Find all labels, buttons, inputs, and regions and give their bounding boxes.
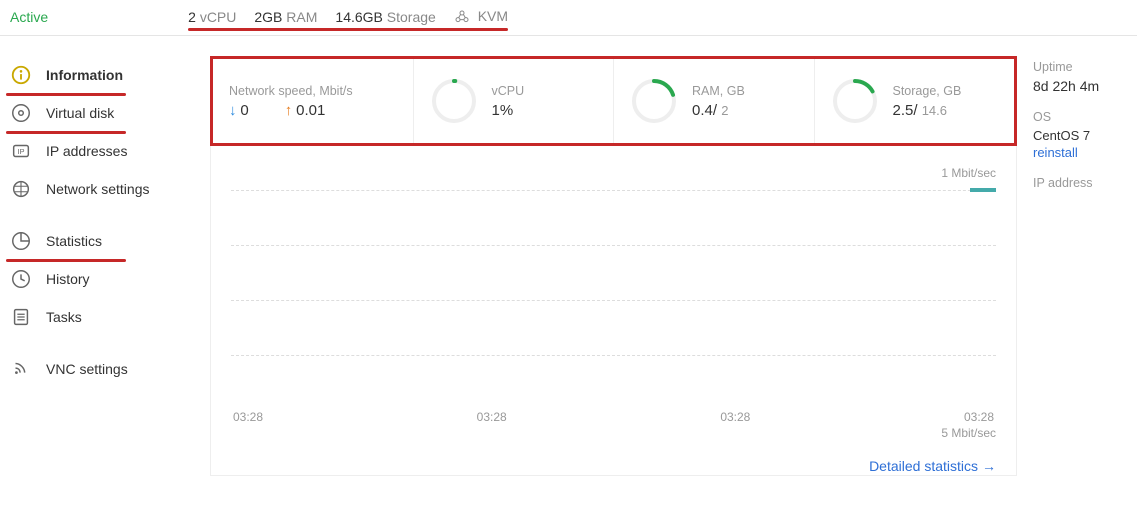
ip-label: IP address (1033, 176, 1127, 190)
sidebar-item-tasks[interactable]: Tasks (10, 298, 190, 336)
tasks-icon (10, 306, 32, 328)
card-label: RAM, GB (692, 84, 745, 98)
sidebar-item-statistics[interactable]: Statistics (10, 222, 190, 260)
sidebar-item-label: History (46, 271, 90, 287)
annotation-underline (188, 28, 508, 31)
card-network: Network speed, Mbit/s ↓ 0 ↑ 0.01 (213, 59, 414, 143)
sidebar-item-label: Statistics (46, 233, 102, 249)
detailed-statistics-link[interactable]: Detailed statistics→ (231, 458, 996, 474)
sidebar-item-label: Network settings (46, 181, 149, 197)
uptime-label: Uptime (1033, 60, 1127, 74)
arrow-right-icon: → (982, 458, 996, 474)
spec-ram: 2GB RAM (254, 9, 317, 25)
gauge-vcpu (430, 77, 478, 125)
spec-vcpu: 2 vCPU (188, 9, 236, 25)
card-label: Storage, GB (893, 84, 962, 98)
x-tick: 03:28 (233, 410, 263, 424)
topbar: Active 2 vCPU 2GB RAM 14.6GB Storage KVM (0, 0, 1137, 36)
sidebar-item-label: Tasks (46, 309, 82, 325)
statistics-icon (10, 230, 32, 252)
status-badge: Active (10, 9, 48, 25)
chart-area: 1 Mbit/sec 03:28 03:28 03:28 03:28 5 Mbit/s… (210, 146, 1017, 476)
chart-top-scale: 1 Mbit/sec (231, 166, 996, 180)
sidebar: Information Virtual disk IP IP addresses Net… (0, 36, 200, 486)
card-storage: Storage, GB 2.5/ 14.6 (815, 59, 1015, 143)
card-label: Network speed, Mbit/s (229, 84, 353, 98)
sidebar-item-history[interactable]: History (10, 260, 190, 298)
chart-x-labels: 03:28 03:28 03:28 03:28 (231, 410, 996, 424)
right-column: Uptime 8d 22h 4m OS CentOS 7 reinstall I… (1027, 36, 1137, 486)
network-settings-icon (10, 178, 32, 200)
spec-virt: KVM (454, 8, 508, 25)
information-icon (10, 64, 32, 86)
x-tick: 03:28 (964, 410, 994, 424)
virt-icon (454, 9, 470, 25)
gauge-storage (831, 77, 879, 125)
sidebar-item-label: Information (46, 67, 123, 83)
card-value: 2.5/ 14.6 (893, 102, 962, 119)
os-value: CentOS 7 (1033, 128, 1127, 143)
net-up: ↑ 0.01 (285, 102, 326, 119)
content: Network speed, Mbit/s ↓ 0 ↑ 0.01 vCPU 1%… (200, 36, 1027, 486)
history-icon (10, 268, 32, 290)
ip-addresses-icon: IP (10, 140, 32, 162)
net-down: ↓ 0 (229, 102, 249, 119)
sidebar-item-label: Virtual disk (46, 105, 114, 121)
card-vcpu: vCPU 1% (414, 59, 615, 143)
os-label: OS (1033, 110, 1127, 124)
spec-storage: 14.6GB Storage (335, 9, 435, 25)
card-label: vCPU (492, 84, 525, 98)
reinstall-link[interactable]: reinstall (1033, 145, 1127, 160)
sidebar-item-label: IP addresses (46, 143, 127, 159)
sidebar-item-label: VNC settings (46, 361, 128, 377)
gauge-ram (630, 77, 678, 125)
spec-strip: 2 vCPU 2GB RAM 14.6GB Storage KVM (188, 8, 508, 25)
sidebar-item-network-settings[interactable]: Network settings (10, 170, 190, 208)
sidebar-item-virtual-disk[interactable]: Virtual disk (10, 94, 190, 132)
sidebar-item-information[interactable]: Information (10, 56, 190, 94)
metric-cards: Network speed, Mbit/s ↓ 0 ↑ 0.01 vCPU 1%… (210, 56, 1017, 146)
uptime-value: 8d 22h 4m (1033, 78, 1127, 94)
x-tick: 03:28 (720, 410, 750, 424)
card-value: 0.4/ 2 (692, 102, 745, 119)
x-tick: 03:28 (477, 410, 507, 424)
sidebar-item-vnc-settings[interactable]: VNC settings (10, 350, 190, 388)
virtual-disk-icon (10, 102, 32, 124)
vnc-settings-icon (10, 358, 32, 380)
sidebar-item-ip-addresses[interactable]: IP IP addresses (10, 132, 190, 170)
chart-bot-scale: 5 Mbit/sec (231, 426, 996, 440)
card-ram: RAM, GB 0.4/ 2 (614, 59, 815, 143)
card-value: 1% (492, 102, 525, 119)
chart-grid (231, 190, 996, 410)
arrow-up-icon: ↑ (285, 102, 293, 119)
arrow-down-icon: ↓ (229, 102, 237, 119)
svg-text:IP: IP (18, 148, 25, 157)
